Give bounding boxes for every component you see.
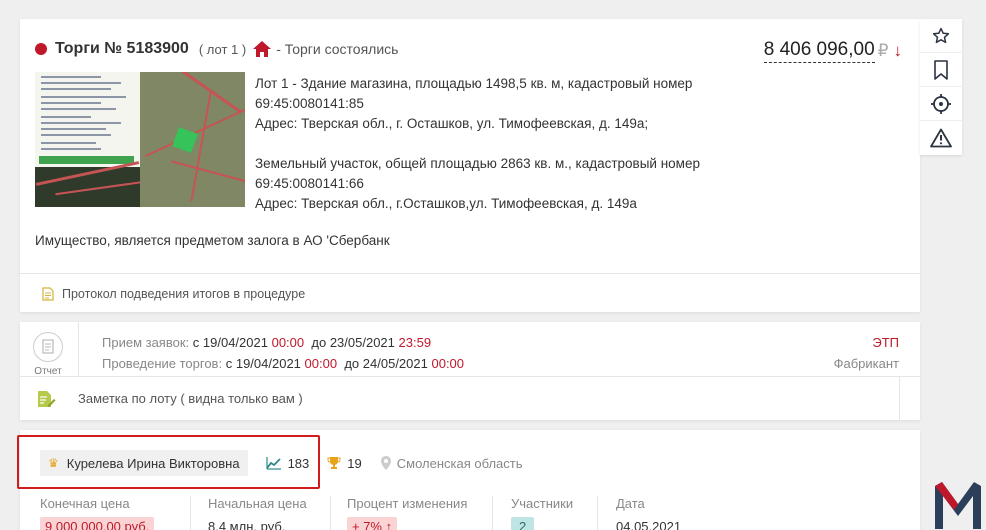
auction-label: Проведение торгов: — [102, 356, 223, 371]
home-icon — [253, 41, 272, 57]
metric-participants: Участники 2 — [511, 496, 573, 530]
lot-title[interactable]: Торги № 5183900 — [55, 40, 189, 58]
to-prefix: до — [311, 335, 327, 350]
location-pin-icon — [380, 456, 391, 470]
auction-from-time: 00:00 — [304, 356, 338, 371]
description-line — [255, 134, 700, 154]
lot-note-row[interactable]: Заметка по лоту ( видна только вам ) — [20, 376, 920, 421]
thumbnail-document — [35, 72, 145, 207]
metric-final-price: Конечная цена 9 000 000,00 руб. — [40, 496, 155, 530]
divider — [492, 496, 493, 530]
description-line: 69:45:0080141:85 — [255, 96, 364, 111]
applications-from-time: 00:00 — [271, 335, 305, 350]
auction-to-date: 24/05/2021 — [362, 356, 428, 371]
lot-card: Торги № 5183900 ( лот 1 ) - Торги состоя… — [20, 19, 920, 312]
divider — [330, 496, 331, 530]
metric-value: 2 — [511, 517, 535, 530]
divider — [20, 273, 920, 274]
warning-icon — [930, 128, 952, 148]
to-prefix: до — [344, 356, 360, 371]
auction-to-time: 00:00 — [431, 356, 465, 371]
lot-status: - Торги состоялись — [276, 41, 399, 57]
report-button[interactable]: Отчет — [32, 332, 64, 377]
edit-note-icon — [38, 391, 56, 407]
description-line: Адрес: Тверская обл., г.Осташков,ул. Тим… — [255, 196, 637, 211]
currency-symbol: ₽ — [877, 41, 889, 60]
protocol-label: Протокол подведения итогов в процедуре — [62, 287, 306, 301]
metric-change-percent: Процент изменения + 7% ↑ — [347, 496, 467, 530]
report-circle — [33, 332, 63, 362]
lot-thumbnail-image[interactable] — [35, 72, 245, 207]
target-button[interactable] — [920, 87, 962, 121]
schedule-card: Отчет Прием заявок: с 19/04/2021 00:00 д… — [20, 322, 920, 421]
winner-highlight-box — [17, 435, 320, 489]
price-down-icon: ↓ — [893, 41, 903, 60]
metric-value: + 7% ↑ — [347, 517, 398, 530]
metric-label: Дата — [616, 496, 645, 511]
price-block: 8 406 096,00 ₽ ↓ — [763, 39, 903, 63]
metric-date: Дата 04.05.2021 — [616, 496, 686, 530]
target-icon — [931, 93, 951, 114]
trophy-stat[interactable]: 19 — [327, 455, 362, 471]
applications-from-date: 19/04/2021 — [202, 335, 268, 350]
metric-label: Участники — [511, 496, 574, 511]
metric-value: 04.05.2021 — [616, 519, 682, 530]
lot-header: Торги № 5183900 ( лот 1 ) - Торги состоя… — [35, 40, 398, 58]
etp-label: ЭТП — [872, 335, 899, 350]
metric-label: Процент изменения — [347, 496, 468, 511]
lot-price[interactable]: 8 406 096,00 — [763, 39, 875, 63]
report-icon — [42, 339, 54, 354]
etp-name[interactable]: Фабрикант — [834, 353, 899, 374]
bookmark-icon — [934, 59, 948, 80]
brand-logo — [935, 482, 981, 529]
description-line: Лот 1 - Здание магазина, площадью 1498,5… — [255, 76, 693, 91]
metric-start-price: Начальная цена 8,4 млн. руб. — [208, 496, 307, 530]
lot-description: Лот 1 - Здание магазина, площадью 1498,5… — [255, 74, 700, 214]
etp-block: ЭТП Фабрикант — [834, 332, 899, 374]
divider — [899, 377, 900, 421]
lot-note-label: Заметка по лоту ( видна только вам ) — [78, 391, 303, 406]
metric-value: 8,4 млн. руб. — [208, 519, 286, 530]
schedule-dates: Прием заявок: с 19/04/2021 00:00 до 23/0… — [102, 332, 464, 374]
metric-label: Конечная цена — [40, 496, 130, 511]
divider — [190, 496, 191, 530]
region-stat: Смоленская область — [380, 456, 523, 471]
favorite-button[interactable] — [920, 19, 962, 53]
auction-row: Проведение торгов: с 19/04/2021 00:00 до… — [102, 353, 464, 374]
metric-label: Начальная цена — [208, 496, 307, 511]
description-line: 69:45:0080141:66 — [255, 176, 364, 191]
auction-from-date: 19/04/2021 — [235, 356, 301, 371]
trophy-icon — [327, 457, 341, 469]
bookmark-button[interactable] — [920, 53, 962, 87]
description-line: Земельный участок, общей площадью 2863 к… — [255, 156, 700, 171]
protocol-link[interactable]: Протокол подведения итогов в процедуре — [42, 287, 305, 301]
applications-row: Прием заявок: с 19/04/2021 00:00 до 23/0… — [102, 332, 464, 353]
from-prefix: с — [225, 356, 233, 371]
applications-to-date: 23/05/2021 — [329, 335, 395, 350]
metric-value: 9 000 000,00 руб. — [40, 517, 155, 530]
star-icon — [932, 27, 950, 43]
lot-number: ( лот 1 ) — [198, 41, 247, 57]
applications-label: Прием заявок: — [102, 335, 190, 350]
region-name: Смоленская область — [396, 455, 523, 471]
report-issue-button[interactable] — [920, 121, 962, 155]
side-toolbar — [920, 19, 962, 155]
applications-to-time: 23:59 — [398, 335, 432, 350]
divider — [78, 322, 79, 376]
divider — [597, 496, 598, 530]
from-prefix: с — [192, 335, 200, 350]
lot-collateral-note: Имущество, является предметом залога в А… — [35, 233, 390, 248]
description-line: Адрес: Тверская обл., г. Осташков, ул. Т… — [255, 116, 649, 131]
status-dot — [35, 43, 47, 55]
document-icon — [42, 287, 54, 301]
trophy-count: 19 — [347, 455, 362, 471]
